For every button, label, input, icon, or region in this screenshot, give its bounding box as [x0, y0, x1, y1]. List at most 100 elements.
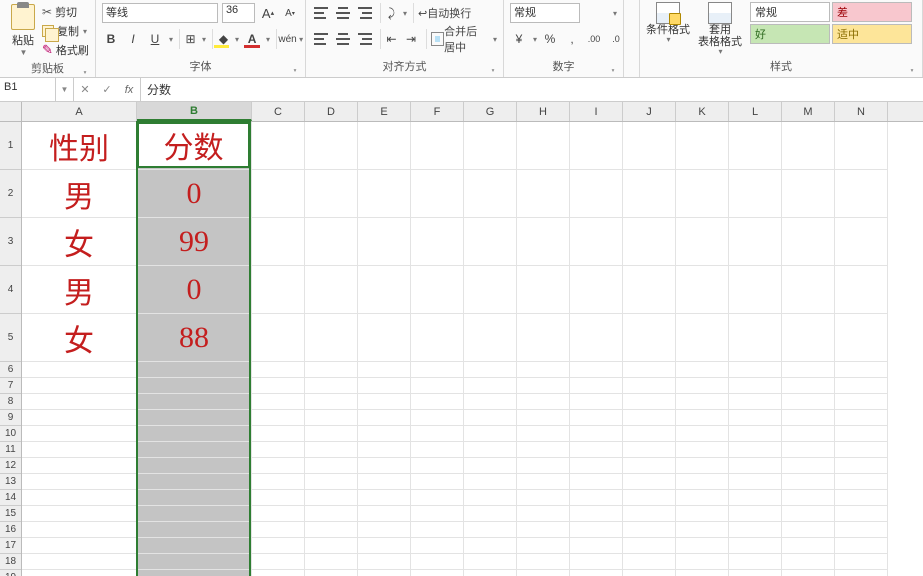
cell-F12[interactable] — [411, 458, 464, 474]
cell-M16[interactable] — [782, 522, 835, 538]
column-header-L[interactable]: L — [729, 102, 782, 121]
cell-E11[interactable] — [358, 442, 411, 458]
cell-M5[interactable] — [782, 314, 835, 362]
row-header-14[interactable]: 14 — [0, 490, 21, 506]
merge-cells-button[interactable]: 合并后居中 — [426, 29, 488, 49]
cell-N16[interactable] — [835, 522, 888, 538]
cell-C7[interactable] — [252, 378, 305, 394]
cell-I8[interactable] — [570, 394, 623, 410]
cell-N8[interactable] — [835, 394, 888, 410]
cell-E5[interactable] — [358, 314, 411, 362]
cell-N18[interactable] — [835, 554, 888, 570]
cell-K19[interactable] — [676, 570, 729, 576]
cell-B13[interactable] — [137, 474, 252, 490]
cell-M9[interactable] — [782, 410, 835, 426]
cell-G7[interactable] — [464, 378, 517, 394]
column-header-G[interactable]: G — [464, 102, 517, 121]
cell-E7[interactable] — [358, 378, 411, 394]
cell-N4[interactable] — [835, 266, 888, 314]
select-all-corner[interactable] — [0, 102, 22, 122]
column-header-N[interactable]: N — [835, 102, 888, 121]
cell-N19[interactable] — [835, 570, 888, 576]
cell-E1[interactable] — [358, 122, 411, 170]
cell-A8[interactable] — [22, 394, 137, 410]
style-neutral[interactable]: 适中 — [832, 24, 912, 44]
cell-H7[interactable] — [517, 378, 570, 394]
cell-I2[interactable] — [570, 170, 623, 218]
cell-K12[interactable] — [676, 458, 729, 474]
cell-G14[interactable] — [464, 490, 517, 506]
column-header-E[interactable]: E — [358, 102, 411, 121]
cell-G12[interactable] — [464, 458, 517, 474]
cell-K14[interactable] — [676, 490, 729, 506]
cell-I9[interactable] — [570, 410, 623, 426]
cell-B4[interactable]: 0 — [137, 266, 252, 314]
format-painter-button[interactable]: ✎格式刷 — [42, 42, 89, 58]
currency-button[interactable]: ¥ — [510, 29, 528, 49]
cell-L6[interactable] — [729, 362, 782, 378]
cell-F8[interactable] — [411, 394, 464, 410]
name-box-dropdown[interactable]: ▼ — [56, 78, 74, 101]
cell-A5[interactable]: 女 — [22, 314, 137, 362]
cell-F13[interactable] — [411, 474, 464, 490]
cell-D6[interactable] — [305, 362, 358, 378]
cell-C9[interactable] — [252, 410, 305, 426]
row-header-7[interactable]: 7 — [0, 378, 21, 394]
row-header-2[interactable]: 2 — [0, 170, 21, 218]
cell-J16[interactable] — [623, 522, 676, 538]
cell-F19[interactable] — [411, 570, 464, 576]
row-header-18[interactable]: 18 — [0, 554, 21, 570]
cell-L14[interactable] — [729, 490, 782, 506]
cell-G19[interactable] — [464, 570, 517, 576]
cell-J5[interactable] — [623, 314, 676, 362]
cell-F6[interactable] — [411, 362, 464, 378]
cell-J13[interactable] — [623, 474, 676, 490]
cell-N15[interactable] — [835, 506, 888, 522]
cell-G8[interactable] — [464, 394, 517, 410]
cell-N5[interactable] — [835, 314, 888, 362]
cell-C18[interactable] — [252, 554, 305, 570]
align-right-button[interactable] — [356, 29, 374, 49]
cells-area[interactable]: 性别分数男0女99男0女88分数 — [22, 122, 923, 576]
cell-A13[interactable] — [22, 474, 137, 490]
cell-C1[interactable] — [252, 122, 305, 170]
cell-L1[interactable] — [729, 122, 782, 170]
cell-N12[interactable] — [835, 458, 888, 474]
cell-M8[interactable] — [782, 394, 835, 410]
cell-L15[interactable] — [729, 506, 782, 522]
cell-G17[interactable] — [464, 538, 517, 554]
cell-H4[interactable] — [517, 266, 570, 314]
cell-styles-gallery[interactable]: 常规 差 好 适中 — [750, 2, 912, 44]
cell-G2[interactable] — [464, 170, 517, 218]
increase-decimal-button[interactable]: .00 — [585, 29, 603, 49]
row-header-4[interactable]: 4 — [0, 266, 21, 314]
cell-D10[interactable] — [305, 426, 358, 442]
cell-J15[interactable] — [623, 506, 676, 522]
cell-N10[interactable] — [835, 426, 888, 442]
cell-I16[interactable] — [570, 522, 623, 538]
format-as-table-button[interactable]: 套用 表格格式 ▾ — [698, 2, 742, 57]
font-name-select[interactable]: 等线 — [102, 3, 218, 23]
wrap-text-button[interactable]: ↩ 自动换行 — [413, 3, 471, 23]
cell-J11[interactable] — [623, 442, 676, 458]
cell-K13[interactable] — [676, 474, 729, 490]
cell-D4[interactable] — [305, 266, 358, 314]
bold-button[interactable]: B — [102, 29, 120, 49]
cell-L8[interactable] — [729, 394, 782, 410]
row-header-6[interactable]: 6 — [0, 362, 21, 378]
cell-B11[interactable] — [137, 442, 252, 458]
fx-button[interactable]: fx — [118, 78, 140, 101]
cell-M11[interactable] — [782, 442, 835, 458]
style-normal[interactable]: 常规 — [750, 2, 830, 22]
cell-B14[interactable] — [137, 490, 252, 506]
cell-B19[interactable] — [137, 570, 252, 576]
row-header-16[interactable]: 16 — [0, 522, 21, 538]
cell-C8[interactable] — [252, 394, 305, 410]
cell-N11[interactable] — [835, 442, 888, 458]
cell-H5[interactable] — [517, 314, 570, 362]
cell-D5[interactable] — [305, 314, 358, 362]
cell-J18[interactable] — [623, 554, 676, 570]
cell-C11[interactable] — [252, 442, 305, 458]
row-header-10[interactable]: 10 — [0, 426, 21, 442]
align-left-button[interactable] — [312, 29, 330, 49]
